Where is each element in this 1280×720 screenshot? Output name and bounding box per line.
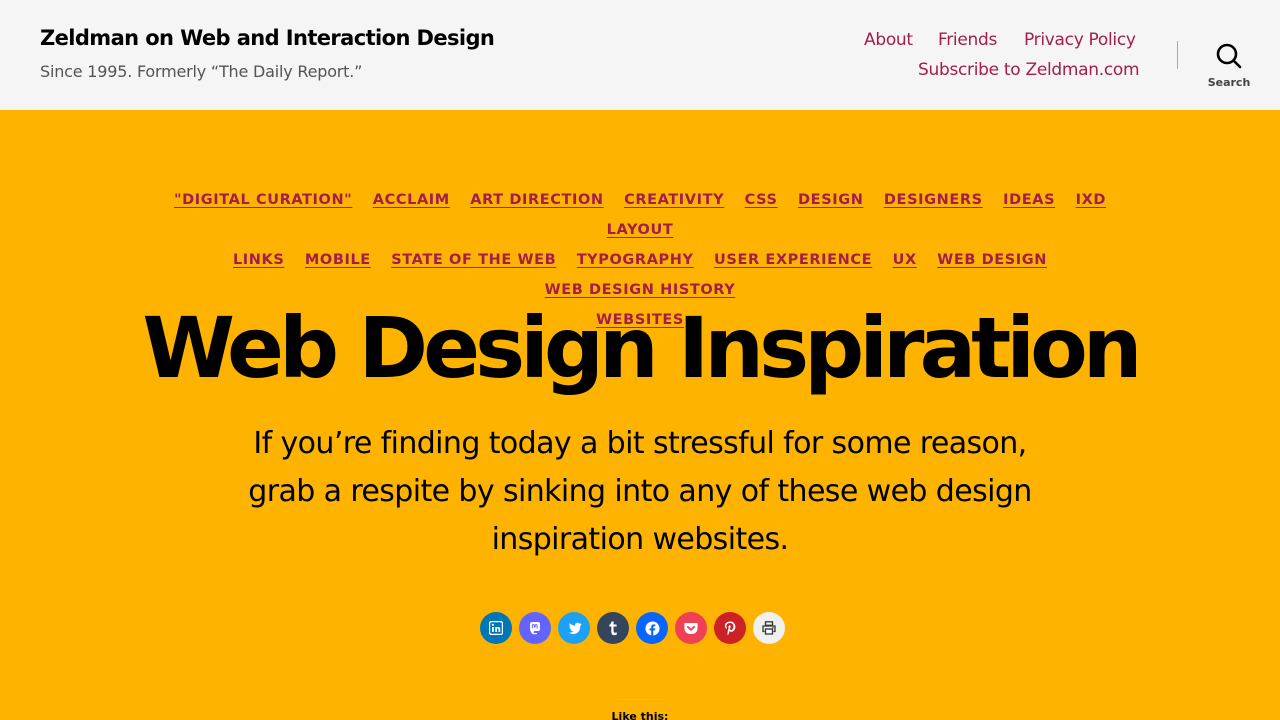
linkedin-icon [489,621,503,635]
category-link[interactable]: ACCLAIM [373,185,450,215]
category-link[interactable]: WEB DESIGN [937,245,1047,275]
like-divider [616,699,664,700]
category-link[interactable]: CSS [745,185,778,215]
category-link[interactable]: IXD [1076,185,1106,215]
site-header: Zeldman on Web and Interaction Design Si… [0,0,1280,110]
category-link[interactable]: DESIGN [798,185,863,215]
share-pocket-button[interactable] [675,612,707,644]
category-link[interactable]: CREATIVITY [624,185,724,215]
category-link[interactable]: "DIGITAL CURATION" [174,185,352,215]
post-excerpt: If you’re finding today a bit stressful … [248,426,1032,557]
category-link[interactable]: STATE OF THE WEB [391,245,556,275]
category-link[interactable]: ART DIRECTION [470,185,603,215]
menu-about[interactable]: About [864,30,913,50]
share-linkedin-button[interactable] [480,612,512,644]
menu-friends[interactable]: Friends [938,30,997,50]
share-tumblr-button[interactable] [597,612,629,644]
twitter-icon [568,622,582,634]
pinterest-icon [724,621,736,635]
like-heading: Like this: [611,710,669,720]
pocket-icon [684,622,698,634]
category-link[interactable]: TYPOGRAPHY [577,245,694,275]
share-pinterest-button[interactable] [714,612,746,644]
search-button[interactable]: Search [1198,36,1260,96]
category-link[interactable]: UX [893,245,917,275]
share-facebook-button[interactable] [636,612,668,644]
menu-privacy-policy[interactable]: Privacy Policy [1024,30,1136,50]
category-link[interactable]: IDEAS [1003,185,1055,215]
share-mastodon-button[interactable] [519,612,551,644]
facebook-icon [644,620,660,636]
site-description: Since 1995. Formerly “The Daily Report.” [40,62,363,81]
search-label: Search [1207,76,1251,89]
print-icon [762,621,776,635]
category-link[interactable]: DESIGNERS [884,185,983,215]
category-link[interactable]: LINKS [233,245,284,275]
search-icon [1216,43,1242,69]
share-twitter-button[interactable] [558,612,590,644]
category-link[interactable]: LAYOUT [607,215,674,245]
header-separator [1177,41,1178,69]
site-title-link[interactable]: Zeldman on Web and Interaction Design [40,26,495,50]
mastodon-icon [530,622,540,635]
tumblr-icon [609,621,617,635]
menu-subscribe[interactable]: Subscribe to Zeldman.com [918,60,1140,80]
post-title: Web Design Inspiration [142,299,1142,397]
category-link[interactable]: USER EXPERIENCE [714,245,872,275]
print-button[interactable] [753,612,785,644]
category-link[interactable]: MOBILE [305,245,371,275]
